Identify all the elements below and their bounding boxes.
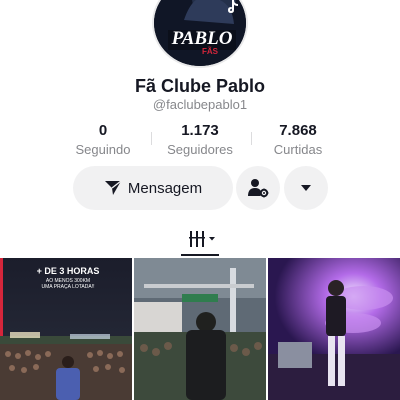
video-grid: + DE 3 HORAS AO MENOS 300KM UMA PRAÇA LO… [0,258,400,400]
username: @faclubepablo1 [152,97,248,112]
stat-value: 1.173 [181,122,219,139]
video-caption-line: + DE 3 HORAS [37,266,100,276]
message-button-label: Mensagem [127,179,203,197]
video-thumbnail[interactable]: + DE 3 HORAS AO MENOS 300KM UMA PRAÇA LO… [0,258,132,400]
stat-label: Curtidas [273,142,323,157]
add-friend-settings-icon [248,179,269,198]
profile-avatar[interactable]: PABLO FÃS [152,0,248,68]
message-button[interactable]: Mensagem [73,166,233,210]
stat-value: 0 [98,122,108,139]
add-friend-button[interactable] [236,166,280,210]
active-tab-indicator [181,254,219,256]
videos-grid-icon[interactable] [187,229,217,249]
stat-likes[interactable]: 7.868 Curtidas [248,122,348,157]
stat-label: Seguindo [75,142,131,157]
video-thumbnail[interactable] [134,258,266,400]
more-options-button[interactable] [284,166,328,210]
stat-following[interactable]: 0 Seguindo [53,122,153,157]
profile-stats: 0 Seguindo 1.173 Seguidores 7.868 Curtid… [55,122,345,162]
stat-label: Seguidores [167,142,233,157]
display-name: Fã Clube Pablo [134,76,266,96]
video-thumbnail[interactable] [268,258,400,400]
avatar-logo-subtext: FÃS [202,47,219,56]
stat-value: 7.868 [279,122,317,139]
video-caption-line: UMA PRAÇA LOTADA!! [42,284,95,290]
send-icon [104,180,122,195]
stat-followers[interactable]: 1.173 Seguidores [150,122,250,157]
caret-down-icon [301,185,311,191]
profile-tabs [0,226,400,258]
avatar-logo-text: PABLO [171,28,233,49]
